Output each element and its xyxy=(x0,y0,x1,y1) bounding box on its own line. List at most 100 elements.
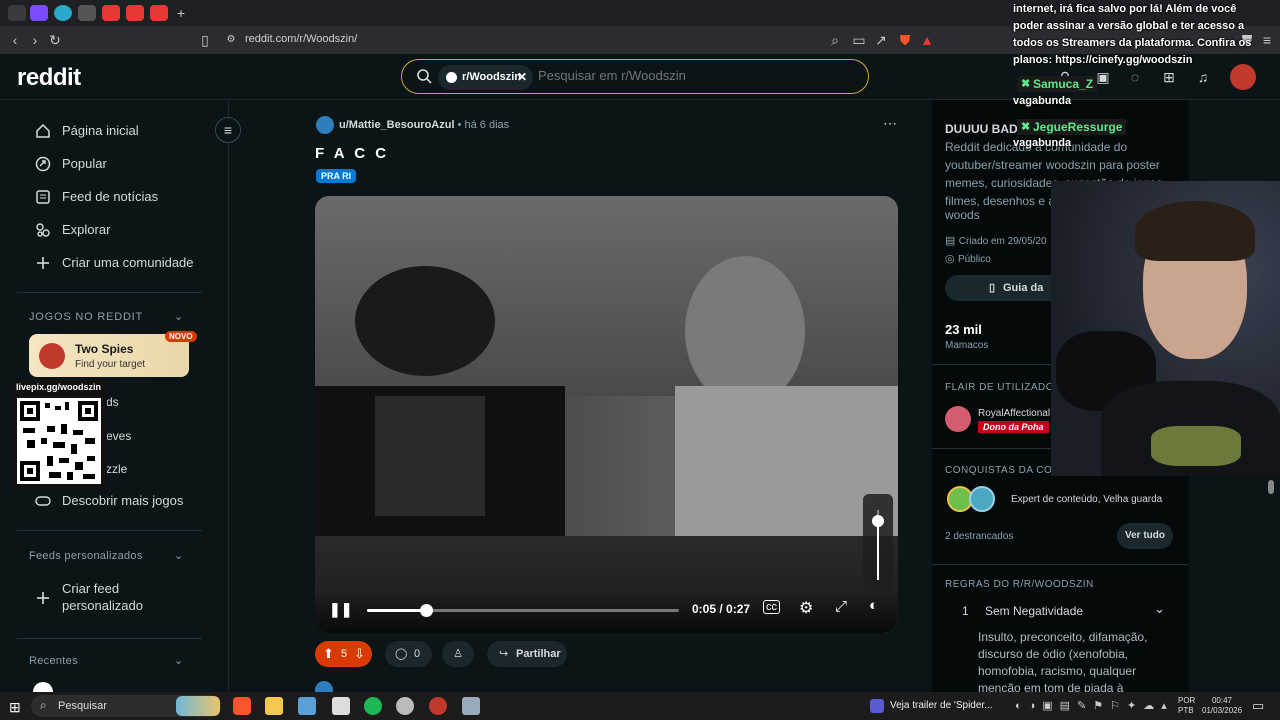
collapse-menu-button[interactable]: ≡ xyxy=(215,117,241,143)
app-icon[interactable] xyxy=(462,697,480,715)
search-input[interactable] xyxy=(538,68,838,83)
chevron-down-icon[interactable]: ⌄ xyxy=(174,654,183,667)
rule-title[interactable]: Sem Negatividade xyxy=(985,604,1083,618)
downvote-icon[interactable]: ⇩ xyxy=(354,641,365,667)
sidebar-item-label: Criar uma comunidade xyxy=(62,255,194,270)
rewards-icon[interactable]: ▲ xyxy=(918,31,936,49)
app-icon[interactable] xyxy=(396,697,414,715)
award-icon[interactable]: ♙ xyxy=(442,641,474,667)
stream-chat-overlay: internet, irá fica salvo por lá! Além de… xyxy=(1008,0,1280,160)
windows-start-icon[interactable]: ⊞ xyxy=(9,699,21,716)
tab-youtube-icon[interactable] xyxy=(150,5,168,21)
tab-icon[interactable] xyxy=(30,5,48,21)
tab-icon[interactable] xyxy=(78,5,96,21)
new-badge: NOVO xyxy=(165,331,197,342)
post-flair[interactable]: PRA RI xyxy=(316,169,357,183)
platform-badge-icon: ✖ xyxy=(1021,78,1031,90)
brave-app-icon[interactable] xyxy=(233,697,251,715)
clock[interactable]: 00:47 01/03/2026 xyxy=(1202,696,1242,716)
search-bar[interactable]: r/Woodszin ✕ xyxy=(401,59,869,94)
chat-username: ✖ Samuca_Z xyxy=(1017,76,1098,92)
volume-fill xyxy=(877,520,879,580)
close-icon[interactable]: ✕ xyxy=(517,65,527,90)
see-all-button[interactable]: Ver tudo xyxy=(1117,523,1173,549)
media-title[interactable]: Veja trailer de 'Spider... xyxy=(890,700,993,711)
created-date: ▤ Criado em 29/05/20 xyxy=(945,233,1047,247)
notification-center-icon[interactable]: ▭ xyxy=(1252,698,1264,714)
chat-message-line: internet, irá fica salvo por lá! Além de… xyxy=(1013,3,1237,15)
pause-icon[interactable]: ❚❚ xyxy=(329,601,352,618)
community-chip[interactable]: r/Woodszin ✕ xyxy=(438,65,533,90)
game-item-label[interactable]: ds xyxy=(106,395,119,409)
more-options-icon[interactable]: ⋯ xyxy=(883,115,897,132)
reddit-logo[interactable]: reddit xyxy=(17,64,81,92)
rule-body-line: homofobia, racismo, qualquer xyxy=(978,664,1137,678)
page-scrollbar[interactable] xyxy=(1268,480,1274,494)
guide-button[interactable]: ▯ Guia da xyxy=(945,275,1065,301)
achievements-list: Expert de conteúdo, Velha guarda xyxy=(1011,494,1163,505)
zoom-icon[interactable]: ⌕ xyxy=(826,31,844,49)
chevron-down-icon[interactable]: ⌄ xyxy=(174,549,183,562)
url-text[interactable]: reddit.com/r/Woodszin/ xyxy=(245,33,357,45)
achievement-badge-icon xyxy=(969,486,995,512)
forward-icon[interactable]: › xyxy=(26,31,44,49)
sidebar-item-label: Criar feed personalizado xyxy=(62,581,143,613)
cast-icon[interactable]: ▭ xyxy=(850,31,868,49)
flair-avatar xyxy=(945,406,971,432)
tab-youtube-icon[interactable] xyxy=(126,5,144,21)
game-item-label[interactable]: eves xyxy=(106,429,131,443)
app-icon[interactable] xyxy=(429,697,447,715)
tab-icon[interactable] xyxy=(54,5,72,21)
video-player[interactable]: ❚❚ 0:05 / 0:27 cc ⚙ ⤢ ◐ xyxy=(315,196,898,633)
flair-tag[interactable]: Dono da Poha xyxy=(978,421,1049,433)
post-time: há 6 dias xyxy=(464,119,510,131)
vote-pill: ⬆ 5 ⇩ xyxy=(315,641,372,667)
news-icon xyxy=(36,190,50,204)
app-icon[interactable] xyxy=(298,697,316,715)
settings-gear-icon[interactable]: ⚙ xyxy=(799,598,813,618)
next-post-avatar[interactable] xyxy=(315,681,333,692)
recents-title[interactable]: Recentes xyxy=(29,655,78,667)
custom-feeds-title[interactable]: Feeds personalizados xyxy=(29,550,143,562)
share-label: Partilhar xyxy=(516,648,561,660)
progress-fill xyxy=(367,609,427,612)
chevron-up-icon[interactable]: ⌄ xyxy=(1154,601,1165,617)
video-laptop xyxy=(375,396,485,516)
app-icon[interactable] xyxy=(332,697,350,715)
plus-icon xyxy=(37,592,49,604)
spotify-icon[interactable] xyxy=(364,697,382,715)
comments-button[interactable]: ◯ 0 xyxy=(385,641,432,667)
community-avatar-icon xyxy=(446,72,457,83)
volume-knob[interactable] xyxy=(872,514,884,527)
back-icon[interactable]: ‹ xyxy=(6,31,24,49)
taskbar-search[interactable]: ⌕ Pesquisar xyxy=(31,695,221,717)
game-item-label[interactable]: zzle xyxy=(106,462,127,476)
progress-knob[interactable] xyxy=(420,604,434,617)
tray-icons[interactable]: ◐◑▣▤✎⚑⚐✦☁▴ xyxy=(1015,699,1174,712)
share-icon[interactable]: ↗ xyxy=(872,31,890,49)
language-indicator[interactable]: POR PTB xyxy=(1178,696,1195,716)
volume-slider[interactable] xyxy=(863,494,893,592)
author-link[interactable]: u/Mattie_BesouroAzul xyxy=(339,119,455,131)
progress-track[interactable] xyxy=(367,604,679,617)
tab-youtube-icon[interactable] xyxy=(102,5,120,21)
bookmark-icon[interactable]: ▯ xyxy=(196,31,214,49)
author-avatar[interactable] xyxy=(316,116,334,134)
reload-icon[interactable]: ↻ xyxy=(46,31,64,49)
site-info-icon[interactable]: ⚙ xyxy=(222,31,240,49)
media-icon[interactable] xyxy=(870,699,884,713)
chevron-down-icon[interactable]: ⌄ xyxy=(174,310,183,323)
brave-shield-icon[interactable]: ⛊ xyxy=(896,31,914,49)
volume-icon[interactable]: ◐ xyxy=(869,597,878,614)
post-title[interactable]: F A C C xyxy=(315,145,389,162)
community-chip-label: r/Woodszin xyxy=(462,71,522,83)
upvote-icon[interactable]: ⬆ xyxy=(323,641,334,667)
captions-icon[interactable]: cc xyxy=(763,600,780,614)
file-explorer-icon[interactable] xyxy=(265,697,283,715)
games-section-title[interactable]: JOGOS NO REDDIT xyxy=(29,311,143,323)
fullscreen-icon[interactable]: ⤢ xyxy=(835,598,847,615)
tab-icon[interactable] xyxy=(8,5,26,21)
two-spies-game-card[interactable]: Two Spies Find your target xyxy=(29,334,189,377)
share-button[interactable]: ↪ Partilhar xyxy=(487,641,567,667)
new-tab-icon[interactable]: + xyxy=(172,4,190,22)
